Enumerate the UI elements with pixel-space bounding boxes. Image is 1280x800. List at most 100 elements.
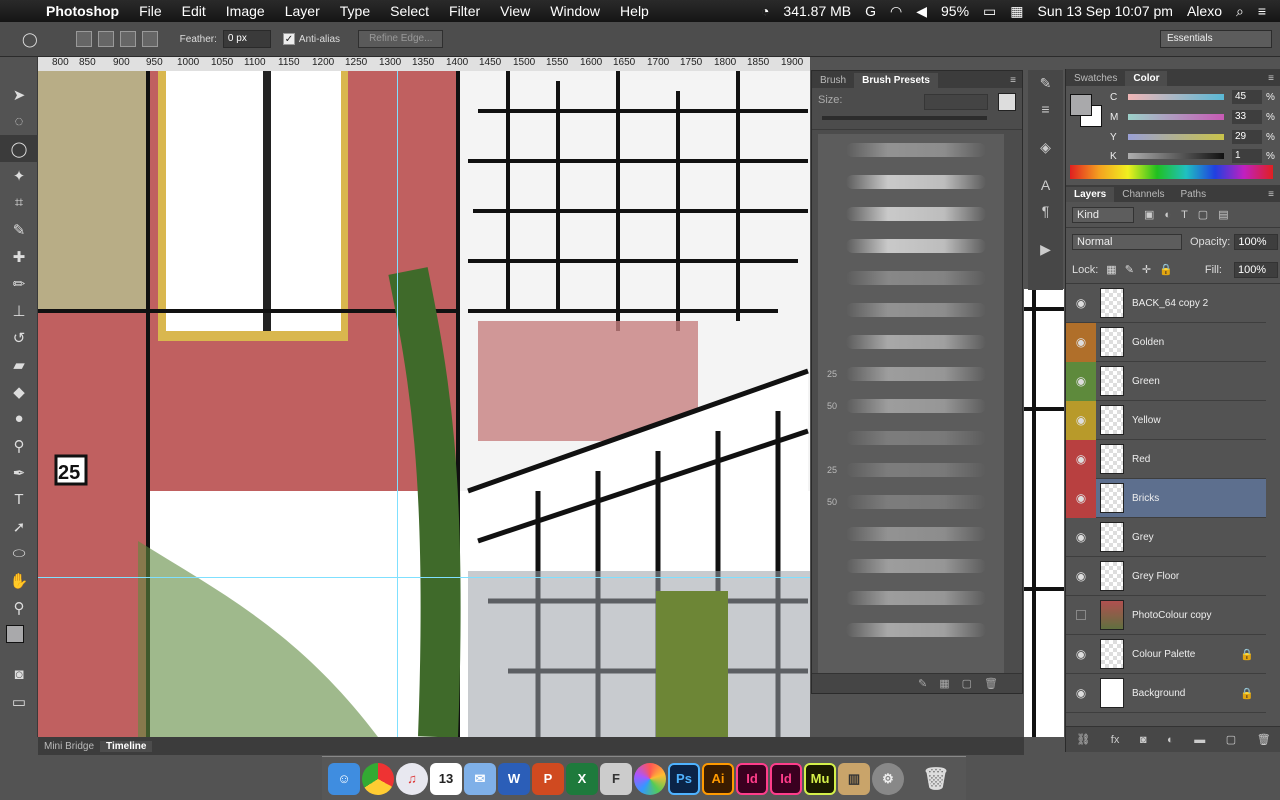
yellow-slider-row[interactable]: Y 29% [1110,130,1275,144]
visibility-eye-icon[interactable]: ◉ [1066,635,1096,674]
lock-position-icon[interactable]: ✛ [1142,263,1151,276]
layer-name[interactable]: BACK_64 copy 2 [1132,298,1208,309]
clone-stamp-tool-icon[interactable]: ⊥ [0,297,38,324]
calendar-icon[interactable]: 13 [430,762,462,795]
adjustment-filter-icon[interactable]: ◐ [1164,209,1171,221]
yellow-value[interactable]: 29 [1232,130,1262,144]
tab-color[interactable]: Color [1125,71,1168,86]
menu-file[interactable]: File [139,3,162,19]
visibility-eye-icon[interactable]: ◉ [1066,400,1096,440]
healing-brush-tool-icon[interactable]: ✚ [0,243,38,270]
new-layer-icon[interactable]: ▢ [1226,733,1236,746]
brush-preset[interactable] [818,614,1004,646]
visibility-eye-icon[interactable]: ◉ [1066,674,1096,713]
menu-image[interactable]: Image [226,3,265,19]
pixel-filter-icon[interactable]: ▣ [1144,208,1154,221]
brush-presets-icon[interactable]: ≡ [1028,96,1063,122]
menu-select[interactable]: Select [390,3,429,19]
brush-preset[interactable] [818,326,1004,358]
layer-style-fx-icon[interactable]: fx [1111,734,1120,746]
layer-row[interactable]: ◉ Grey [1066,518,1266,557]
brush-preset[interactable]: 50 [818,390,1004,422]
finder-icon[interactable]: ☺ [328,762,360,795]
move-tool-icon[interactable]: ➤ [0,81,38,108]
visibility-eye-icon[interactable]: ◉ [1066,322,1096,362]
new-preset-icon[interactable]: ▢ [962,677,972,690]
actions-play-icon[interactable]: ▶ [1028,236,1063,262]
layer-name[interactable]: Grey [1132,532,1154,543]
visibility-eye-icon[interactable]: ◉ [1066,518,1096,557]
visibility-eye-icon[interactable] [1066,596,1096,635]
brush-preset[interactable] [818,166,1004,198]
itunes-icon[interactable]: ♫ [396,762,428,795]
battery-percent[interactable]: 95% [941,3,969,19]
dodge-tool-icon[interactable]: ⚲ [0,432,38,459]
visibility-eye-icon[interactable]: ◉ [1066,284,1096,323]
magenta-slider-row[interactable]: M 33% [1110,110,1275,124]
word-icon[interactable]: W [498,762,530,795]
ellipse-tool-icon[interactable]: ⬭ [0,540,38,567]
quick-mask-icon[interactable]: ◙ [0,661,38,688]
lasso-preset-icon[interactable]: ◯ [22,31,38,48]
kind-filter-select[interactable]: Kind [1072,206,1134,223]
brush-panel-toggle-icon[interactable] [998,93,1016,111]
document-canvas-edge[interactable] [1024,289,1064,737]
layer-row[interactable]: ◉ Yellow [1066,400,1266,440]
link-layers-icon[interactable]: ⛓ [1076,733,1090,746]
horizontal-guide[interactable] [38,577,810,578]
mail-icon[interactable]: ✉ [464,762,496,795]
type-tool-icon[interactable]: T [0,486,38,513]
brush-preset[interactable] [818,582,1004,614]
memory-clean-icon[interactable]: ◔ [761,3,769,19]
excel-icon[interactable]: X [566,762,598,795]
character-panel-icon[interactable]: A [1028,172,1063,198]
paint-bucket-tool-icon[interactable]: ◆ [0,378,38,405]
type-filter-icon[interactable]: T [1181,209,1188,221]
layer-row[interactable]: ◉ Background 🔒 [1066,674,1266,713]
layer-name[interactable]: Red [1132,454,1150,465]
visibility-eye-icon[interactable]: ◉ [1066,439,1096,479]
layer-name[interactable]: Green [1132,376,1160,387]
shape-filter-icon[interactable]: ▢ [1198,208,1208,221]
menu-type[interactable]: Type [340,3,370,19]
google-drive-icon[interactable]: G [865,3,876,19]
subtract-selection-icon[interactable] [119,31,136,47]
black-value[interactable]: 1 [1232,149,1262,163]
brush-panel-icon[interactable]: ✎ [1028,70,1063,96]
magenta-value[interactable]: 33 [1232,110,1262,124]
paragraph-panel-icon[interactable]: ¶ [1028,198,1063,224]
brush-preset[interactable]: 50 [818,486,1004,518]
panel-menu-icon[interactable]: ≡ [1262,71,1280,86]
brush-preset[interactable] [818,422,1004,454]
hand-tool-icon[interactable]: ✋ [0,567,38,594]
trash-icon[interactable]: 🗑 [920,763,952,795]
layer-name[interactable]: Background [1132,688,1185,699]
tab-channels[interactable]: Channels [1114,187,1172,202]
battery-icon[interactable]: ▭ [983,3,996,20]
magic-wand-tool-icon[interactable]: ✦ [0,162,38,189]
intersect-selection-icon[interactable] [141,31,158,47]
lasso-tool-icon[interactable]: ◯ [0,135,38,162]
lock-image-icon[interactable]: ✎ [1125,263,1134,276]
color-swatches-icon[interactable] [0,621,38,661]
lock-all-icon[interactable]: 🔒 [1159,263,1173,276]
cyan-slider-row[interactable]: C 45% [1110,90,1275,104]
tab-brush-presets[interactable]: Brush Presets [854,73,938,88]
memory-readout[interactable]: 341.87 MB [783,3,851,19]
notification-center-icon[interactable]: ≡ [1258,3,1266,19]
tab-mini-bridge[interactable]: Mini Bridge [38,741,100,752]
layer-row[interactable]: PhotoColour copy [1066,596,1266,635]
blend-mode-select[interactable]: Normal [1072,234,1182,250]
eraser-tool-icon[interactable]: ▰ [0,351,38,378]
layer-name[interactable]: Colour Palette [1132,649,1195,660]
spotlight-search-icon[interactable]: ⌕ [1236,3,1244,20]
menu-edit[interactable]: Edit [182,3,206,19]
wifi-icon[interactable]: ◠ [890,3,902,20]
color-spectrum-ramp[interactable] [1070,165,1273,179]
blur-tool-icon[interactable]: ● [0,405,38,432]
menu-help[interactable]: Help [620,3,649,19]
brush-preset[interactable] [818,198,1004,230]
visibility-eye-icon[interactable]: ◉ [1066,557,1096,596]
indesign-icon-2[interactable]: Id [770,762,802,795]
photos-icon[interactable] [634,762,666,795]
